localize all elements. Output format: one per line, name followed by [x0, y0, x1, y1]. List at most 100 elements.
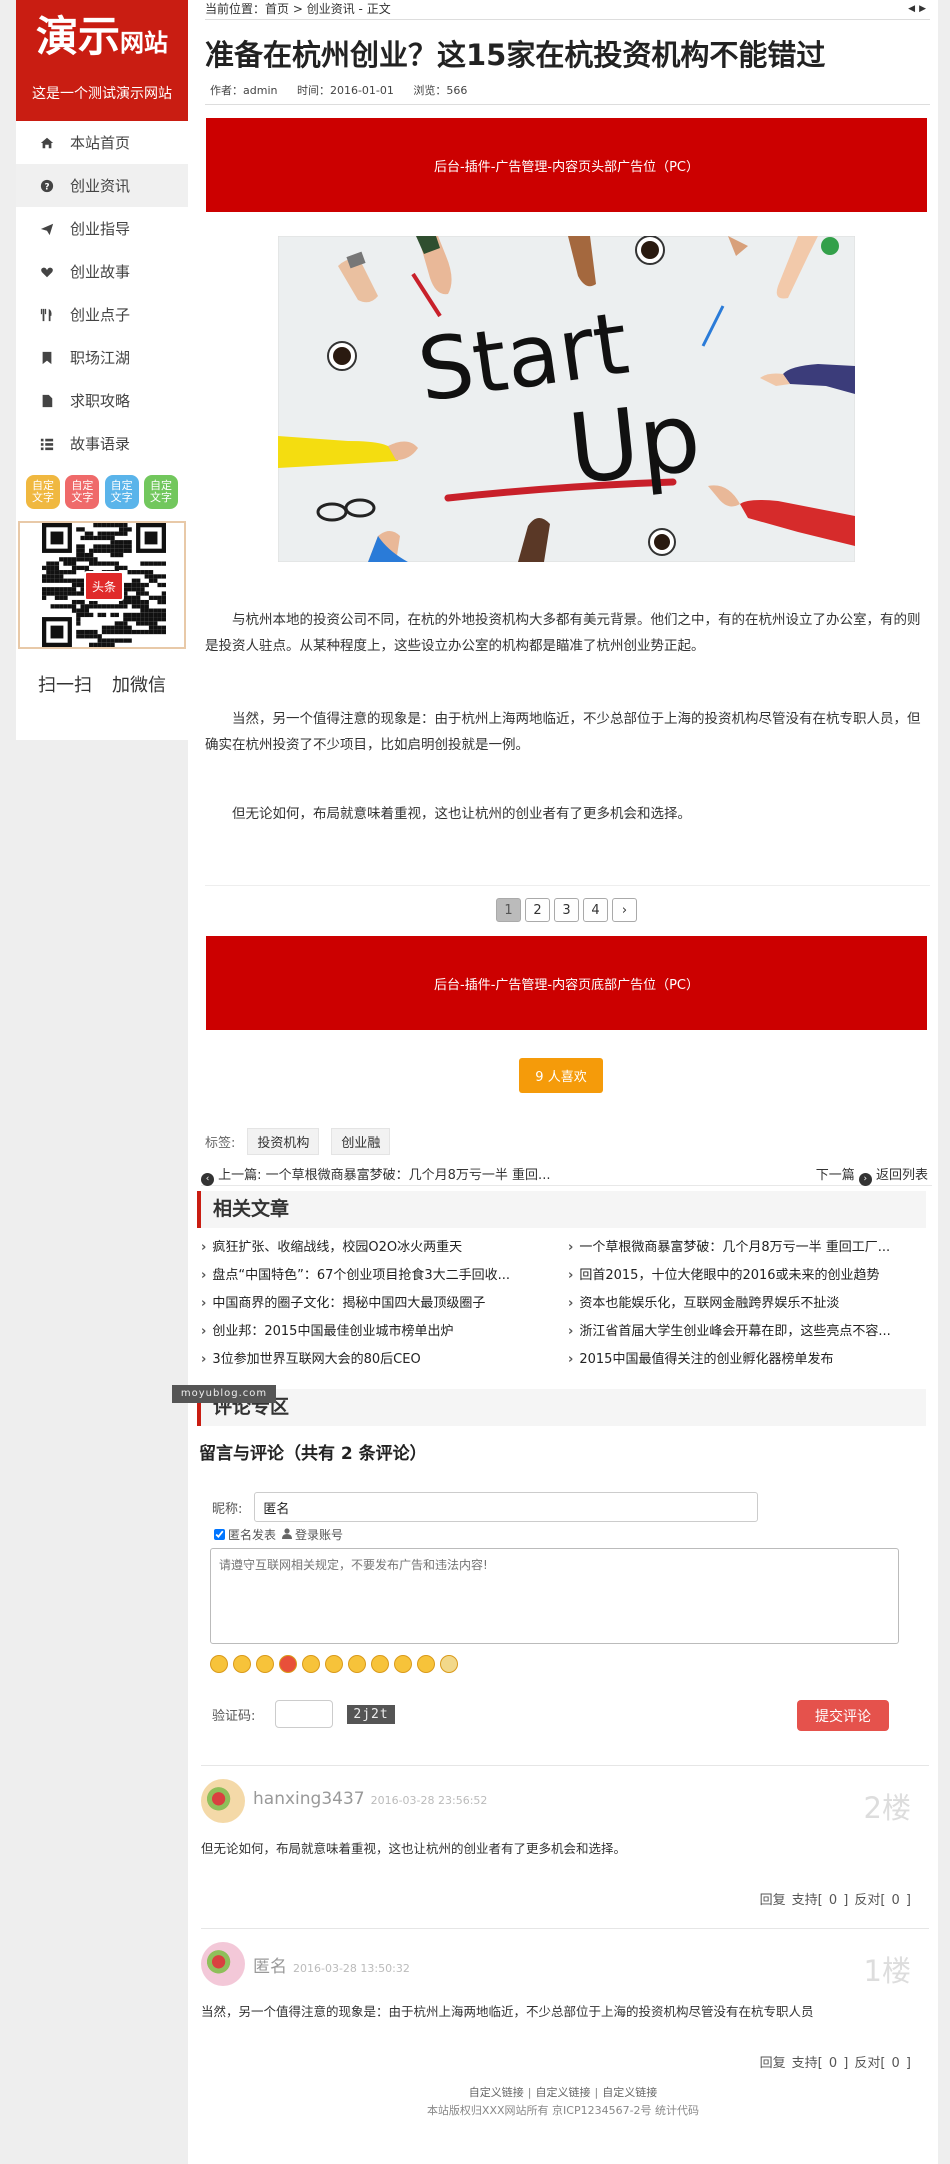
captcha-input[interactable]: [275, 1700, 334, 1728]
photo-text-up: Up: [563, 381, 705, 506]
arrow-right-icon[interactable]: ▶: [919, 4, 930, 14]
related-article-link[interactable]: 中国商界的圈子文化：揭秘中国四大最顶级圈子: [201, 1290, 556, 1318]
comment-textarea[interactable]: [210, 1548, 899, 1644]
oppose-link[interactable]: 反对[ 0 ]: [854, 1893, 911, 1908]
main-nav: 本站首页? 创业资讯创业指导创业故事 创业点子职场江湖求职攻略故事语录: [16, 121, 188, 465]
emoji-icon[interactable]: [302, 1655, 320, 1673]
nav-item-7[interactable]: 故事语录: [16, 422, 188, 465]
page-button[interactable]: 3: [554, 898, 579, 922]
comment-author-name[interactable]: 匿名: [253, 1957, 287, 1977]
custom-button[interactable]: 自定文字: [65, 475, 100, 509]
article-tags: 标签: 投资机构 创业融: [205, 1128, 391, 1155]
related-article-link[interactable]: 一个草根微商暴富梦破：几个月8万亏一半 重回工厂...: [568, 1234, 923, 1262]
site-logo[interactable]: 演示网站 这是一个测试演示网站: [16, 0, 188, 121]
footer-link[interactable]: 自定义链接: [469, 2086, 524, 2099]
nav-item-label: 职场江湖: [70, 349, 131, 367]
arrow-left-icon[interactable]: ◀: [908, 4, 919, 14]
emoji-icon[interactable]: [325, 1655, 343, 1673]
nav-item-label: 求职攻略: [70, 392, 131, 410]
nav-item-5[interactable]: 职场江湖: [16, 336, 188, 379]
nav-item-4[interactable]: 创业点子: [16, 293, 188, 336]
nav-item-label: 创业资讯: [70, 177, 131, 195]
related-article-link[interactable]: 2015中国最值得关注的创业孵化器榜单发布: [568, 1346, 923, 1374]
emoji-icon[interactable]: [440, 1655, 458, 1673]
captcha-image[interactable]: 2j2t: [347, 1704, 395, 1724]
breadcrumb-section[interactable]: 创业资讯: [307, 2, 355, 16]
tag-link[interactable]: 创业融: [331, 1128, 391, 1155]
related-article-link[interactable]: 盘点“中国特色”：67个创业项目抢食3大二手回收...: [201, 1262, 556, 1290]
qr-caption-scan: 扫一扫: [38, 675, 92, 696]
reply-link[interactable]: 回复: [760, 1893, 786, 1908]
emoji-icon[interactable]: [417, 1655, 435, 1673]
breadcrumb-arrows: ◀▶: [908, 0, 930, 18]
comment-time: 2016-03-28 23:56:52: [370, 1794, 488, 1807]
next-article-link[interactable]: 下一篇: [816, 1168, 855, 1183]
emoji-icon[interactable]: [256, 1655, 274, 1673]
captcha-row: 验证码: 2j2t: [212, 1700, 395, 1728]
prev-article-link[interactable]: 上一篇: 一个草根微商暴富梦破：几个月8万亏一半 重回...: [218, 1168, 550, 1183]
submit-comment-button[interactable]: 提交评论: [797, 1700, 889, 1731]
nav-item-2[interactable]: 创业指导: [16, 207, 188, 250]
nav-item-0[interactable]: 本站首页: [16, 121, 188, 164]
qr-caption-wechat: 加微信: [112, 675, 166, 696]
page-button[interactable]: 1: [496, 898, 521, 922]
tags-label: 标签:: [205, 1136, 236, 1151]
comment-item: hanxing3437 2016-03-28 23:56:52 2楼 但无论如何，布局…: [201, 1779, 929, 1914]
breadcrumb-home[interactable]: 首页: [265, 2, 289, 16]
divider: [205, 885, 930, 886]
next-page-button[interactable]: ›: [612, 898, 637, 922]
comment-author: hanxing3437 2016-03-28 23:56:52: [253, 1789, 487, 1809]
emoji-icon[interactable]: [210, 1655, 228, 1673]
emoji-icon[interactable]: [371, 1655, 389, 1673]
footer-link[interactable]: 自定义链接: [602, 2086, 657, 2099]
nav-item-3[interactable]: 创业故事: [16, 250, 188, 293]
ad-banner-top[interactable]: 后台-插件-广告管理-内容页头部广告位（PC）: [206, 118, 927, 212]
nickname-input[interactable]: [254, 1492, 759, 1522]
login-link[interactable]: 登录账号: [295, 1526, 343, 1543]
page-button[interactable]: 4: [583, 898, 608, 922]
watermark: moyublog.com: [172, 1385, 276, 1403]
svg-text:?: ?: [44, 182, 49, 192]
nav-item-label: 创业指导: [70, 220, 131, 238]
emoji-icon[interactable]: [279, 1655, 297, 1673]
tag-link[interactable]: 投资机构: [247, 1128, 320, 1155]
emoji-icon[interactable]: [233, 1655, 251, 1673]
like-button[interactable]: 9 人喜欢: [519, 1058, 603, 1093]
file-icon: [40, 394, 70, 408]
ad-banner-bottom[interactable]: 后台-插件-广告管理-内容页底部广告位（PC）: [206, 936, 927, 1030]
toutiao-badge-icon: 头条: [84, 571, 124, 601]
related-article-link[interactable]: 3位参加世界互联网大会的80后CEO: [201, 1346, 556, 1374]
related-article-link[interactable]: 回首2015，十位大佬眼中的2016或未来的创业趋势: [568, 1262, 923, 1290]
footer-separator: |: [594, 2086, 599, 2099]
article-meta: 作者：admin 时间：2016-01-01 浏览：566: [210, 82, 481, 98]
avatar: [201, 1779, 245, 1823]
emoji-icon[interactable]: [394, 1655, 412, 1673]
footer-link[interactable]: 自定义链接: [536, 2086, 591, 2099]
comment-author: 匿名 2016-03-28 13:50:32: [253, 1952, 410, 1977]
support-link[interactable]: 支持[ 0 ]: [792, 1893, 849, 1908]
support-link[interactable]: 支持[ 0 ]: [792, 2056, 849, 2071]
emoji-icon[interactable]: [348, 1655, 366, 1673]
related-article-link[interactable]: 疯狂扩张、收缩战线，校园O2O冰火两重天: [201, 1234, 556, 1262]
article-paragraph: 与杭州本地的投资公司不同，在杭的外地投资机构大多都有美元背景。他们之中，有的在杭…: [205, 612, 921, 654]
related-article-link[interactable]: 资本也能娱乐化，互联网金融跨界娱乐不扯淡: [568, 1290, 923, 1318]
custom-button[interactable]: 自定文字: [104, 475, 139, 509]
reply-link[interactable]: 回复: [760, 2056, 786, 2071]
custom-button[interactable]: 自定文字: [26, 475, 60, 509]
nav-item-6[interactable]: 求职攻略: [16, 379, 188, 422]
anonymous-checkbox[interactable]: [214, 1529, 225, 1540]
article-title: 准备在杭州创业？这15家在杭投资机构不能错过: [205, 38, 826, 72]
footer-links: 自定义链接 | 自定义链接 | 自定义链接: [188, 2084, 938, 2102]
custom-button[interactable]: 自定文字: [143, 475, 178, 509]
nav-item-1[interactable]: ? 创业资讯: [16, 164, 188, 207]
related-article-link[interactable]: 浙江省首届大学生创业峰会开幕在即，这些亮点不容...: [568, 1318, 923, 1346]
breadcrumb-current: 正文: [366, 2, 391, 16]
page-button[interactable]: 2: [525, 898, 550, 922]
back-to-list-link[interactable]: 返回列表: [876, 1168, 928, 1183]
breadcrumb-label: 当前位置：: [205, 2, 266, 16]
related-article-link[interactable]: 创业邦：2015中国最佳创业城市榜单出炉: [201, 1318, 556, 1346]
main-content: 当前位置：首页 > 创业资讯 - 正文 ◀▶ 准备在杭州创业？这15家在杭投资机…: [188, 0, 938, 2164]
comment-author-name[interactable]: hanxing3437: [253, 1789, 365, 1809]
oppose-link[interactable]: 反对[ 0 ]: [854, 2056, 911, 2071]
pagination: 1 2 3 4 ›: [496, 898, 637, 922]
